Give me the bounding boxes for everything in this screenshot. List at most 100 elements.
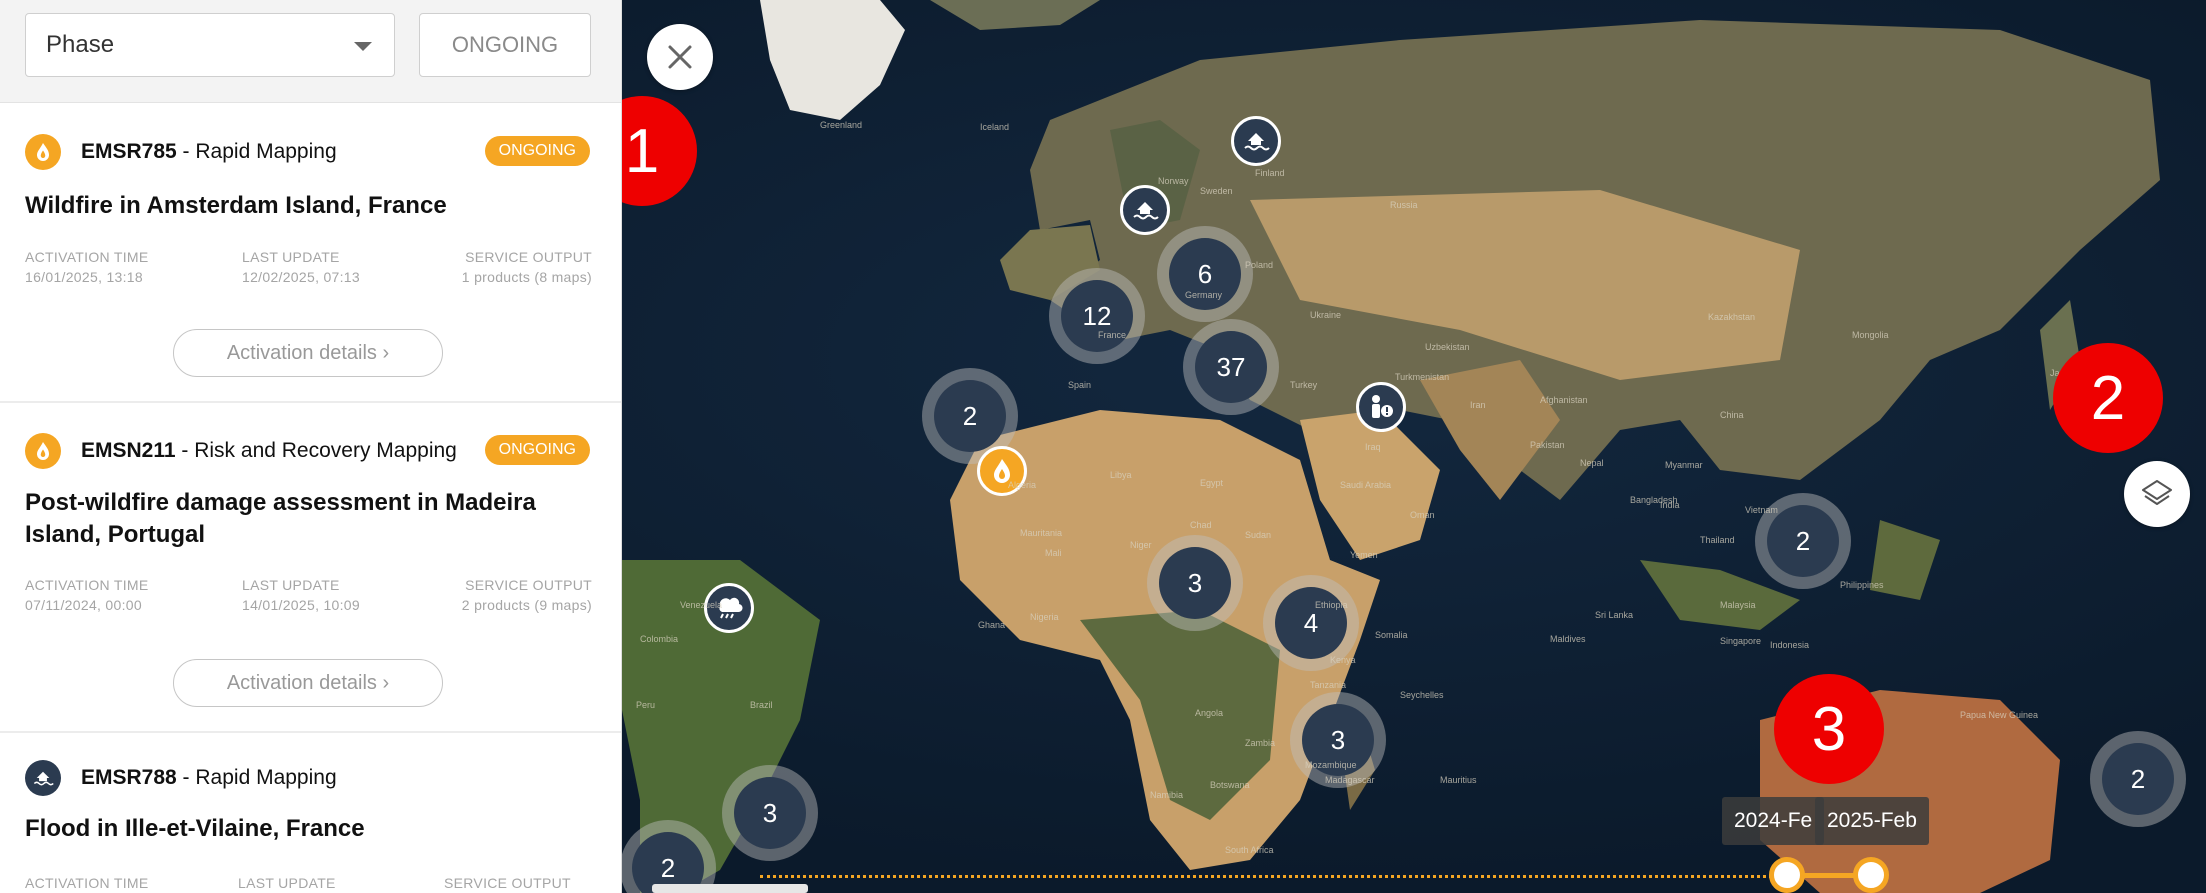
timeline-start-label: 2024-Fe [1722, 797, 1825, 845]
timeline-end-handle[interactable] [1853, 857, 1889, 893]
map-label: Libya [1110, 470, 1132, 480]
activation-title[interactable]: Wildfire in Amsterdam Island, France [25, 190, 585, 222]
map-label: Oman [1410, 510, 1435, 520]
activation-time: ACTIVATION TIME 16/01/2025, 13:18 [25, 249, 149, 285]
activation-time: ACTIVATION TIME 07/11/2024, 00:00 [25, 577, 149, 613]
close-panel-button[interactable] [647, 24, 713, 90]
map-label: Mongolia [1852, 330, 1889, 340]
cluster-count: 2 [2102, 743, 2174, 815]
map-cluster[interactable]: 3 [722, 765, 818, 861]
map-label: Ghana [978, 620, 1006, 630]
chevron-right-icon: › [382, 671, 390, 694]
map-label: Sweden [1200, 186, 1233, 196]
map-label: Germany [1185, 290, 1223, 300]
activation-card[interactable]: EMSN211 - Risk and Recovery Mapping ONGO… [0, 403, 621, 733]
status-badge: ONGOING [484, 136, 590, 166]
activation-code: EMSR788 [81, 766, 177, 789]
map-label: Niger [1130, 540, 1152, 550]
horizontal-scrollbar[interactable] [652, 884, 808, 893]
service-name: - Rapid Mapping [176, 140, 337, 163]
map-label: Angola [1195, 708, 1224, 718]
service-name: - Risk and Recovery Mapping [175, 439, 457, 462]
map-label: Iraq [1365, 442, 1381, 452]
map-label: Sri Lanka [1595, 610, 1634, 620]
service-output: SERVICE OUTPUT 1 products (8 maps) [461, 249, 592, 285]
service-output: SERVICE OUTPUT [444, 875, 571, 891]
map-cluster[interactable]: 37 [1183, 319, 1279, 415]
last-update: LAST UPDATE 12/02/2025, 07:13 [242, 249, 360, 285]
layers-button[interactable] [2124, 461, 2190, 527]
map-label: Mauritius [1440, 775, 1477, 785]
phase-select[interactable]: Phase [25, 13, 395, 77]
activation-title[interactable]: Post-wildfire damage assessment in Madei… [25, 487, 585, 551]
map-label: Algeria [1008, 480, 1037, 490]
map-label: Nigeria [1030, 612, 1059, 622]
map-label: Indonesia [1770, 640, 1810, 650]
map-label: Vietnam [1745, 505, 1778, 515]
service-name: - Rapid Mapping [176, 766, 337, 789]
map-label: South Africa [1225, 845, 1274, 855]
map-label: Bangladesh [1630, 495, 1678, 505]
person-alert-icon [1372, 395, 1393, 418]
flood-pin[interactable] [1231, 116, 1281, 166]
map-label: Mozambique [1305, 760, 1357, 770]
cluster-count: 12 [1061, 280, 1133, 352]
last-update: LAST UPDATE [238, 875, 336, 891]
activation-card[interactable]: EMSR788 - Rapid Mapping Flood in Ille-et… [0, 733, 621, 893]
cluster-count: 3 [734, 777, 806, 849]
map-cluster[interactable]: 3 [1290, 692, 1386, 788]
map-cluster[interactable]: 3 [1147, 535, 1243, 631]
map-label: Ukraine [1310, 310, 1342, 320]
timeline-start-handle[interactable] [1769, 857, 1805, 893]
map-label: Saudi Arabia [1340, 480, 1392, 490]
map-label: Colombia [640, 634, 679, 644]
flood-icon [25, 760, 61, 796]
map-label: Brazil [750, 700, 773, 710]
layers-icon [2142, 480, 2172, 505]
phase-select-label: Phase [46, 31, 115, 58]
map-label: Seychelles [1400, 690, 1444, 700]
map-label: Turkey [1290, 380, 1318, 390]
map-label: Nepal [1580, 458, 1604, 468]
map-label: Egypt [1200, 478, 1224, 488]
map-label: Kenya [1330, 655, 1356, 665]
map-cluster[interactable]: 12 [1049, 268, 1145, 364]
map-label: France [1098, 330, 1127, 340]
wildfire-icon [25, 433, 61, 469]
flood-pin[interactable] [1120, 185, 1170, 235]
map-label: Iceland [980, 122, 1010, 132]
map-label: Somalia [1375, 630, 1408, 640]
activation-title[interactable]: Flood in Ille-et-Vilaine, France [25, 813, 585, 845]
map-label: Philippines [1840, 580, 1884, 590]
map-label: Finland [1255, 168, 1285, 178]
cluster-count: 2 [1767, 505, 1839, 577]
status-badge: ONGOING [484, 435, 590, 465]
map-label: Malaysia [1720, 600, 1756, 610]
map-label: Poland [1245, 260, 1274, 270]
annotation-marker: 2 [2053, 343, 2163, 453]
humanitarian-pin[interactable] [1356, 382, 1406, 432]
activation-card[interactable]: EMSR785 - Rapid Mapping ONGOING Wildfire… [0, 104, 621, 403]
map-label: Peru [636, 700, 656, 710]
ongoing-filter-button[interactable]: ONGOING [419, 13, 591, 77]
map-label: Venezuela [680, 600, 723, 610]
map-label: Mali [1045, 548, 1062, 558]
map-cluster[interactable]: 6 [1157, 226, 1253, 322]
map-label: Uzbekistan [1425, 342, 1470, 352]
cluster-count: 2 [934, 380, 1006, 452]
map-label: Mauritania [1020, 528, 1063, 538]
map-label: Turkmenistan [1395, 372, 1450, 382]
map-label: Zambia [1245, 738, 1276, 748]
activation-details-button[interactable]: Activation details › [173, 329, 443, 377]
flood-icon [1133, 202, 1159, 220]
timeline-end-label: 2025-Feb [1815, 797, 1929, 845]
map-label: Yemen [1350, 550, 1378, 560]
map-cluster[interactable]: 2 [2090, 731, 2186, 827]
annotation-marker: 3 [1774, 674, 1884, 784]
flood-icon [1244, 133, 1270, 151]
map-label: Norway [1158, 176, 1189, 186]
timeline-track[interactable] [760, 875, 1880, 878]
activation-code: EMSN211 [81, 439, 176, 462]
map-label: Myanmar [1665, 460, 1703, 470]
activation-details-button[interactable]: Activation details › [173, 659, 443, 707]
